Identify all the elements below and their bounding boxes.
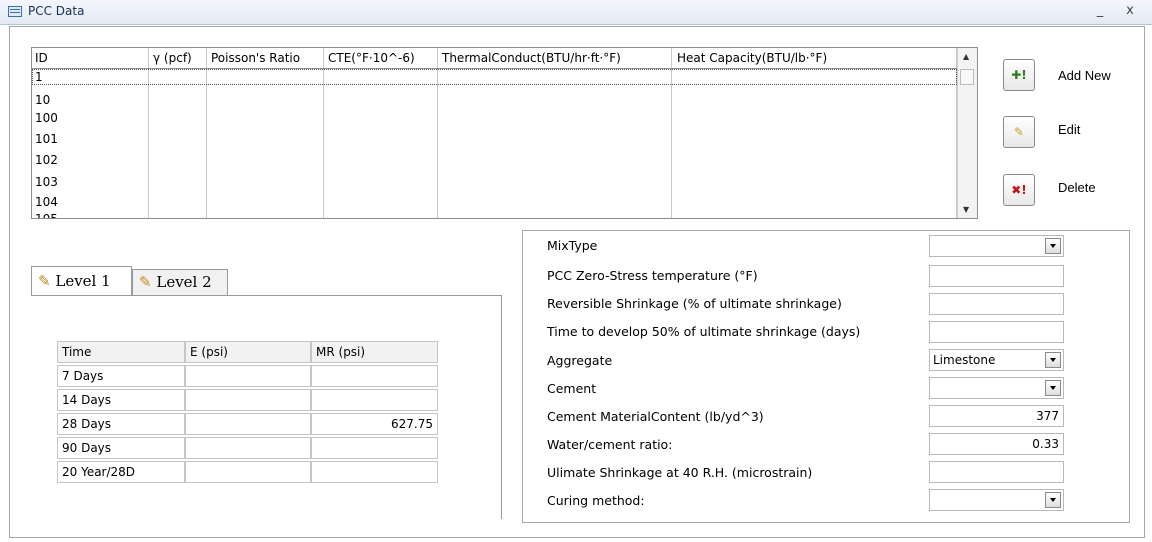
table-row[interactable]: 105 (35, 212, 58, 218)
e-psi-input[interactable] (185, 389, 311, 411)
pencil-icon: ✎ (139, 273, 152, 291)
zero-stress-temp-input[interactable] (929, 265, 1064, 287)
title-bar: PCC Data _ x (0, 0, 1152, 25)
scroll-down-icon[interactable]: ▼ (963, 205, 969, 214)
tab-level-2[interactable]: ✎ Level 2 (132, 269, 228, 295)
delete-label[interactable]: Delete (1058, 180, 1096, 195)
grid-scrollbar[interactable]: ▲ ▼ (957, 48, 977, 218)
chevron-down-icon[interactable] (1045, 238, 1061, 254)
form-icon (8, 6, 22, 17)
scroll-up-icon[interactable]: ▲ (963, 52, 969, 61)
grid-header-row: ID γ (pcf) Poisson's Ratio CTE(°F·10^-6)… (32, 48, 957, 69)
add-new-label[interactable]: Add New (1058, 68, 1111, 83)
grid-header-poisson[interactable]: Poisson's Ratio (211, 51, 300, 65)
table-row[interactable]: 103 (35, 175, 58, 189)
e-psi-input[interactable] (185, 437, 311, 459)
cement-select[interactable] (929, 377, 1064, 399)
edit-button[interactable]: ✎ (1003, 116, 1035, 148)
mr-psi-input[interactable] (311, 389, 438, 411)
level-row-time: 20 Year/28D (57, 461, 185, 483)
cement-content-label: Cement MaterialContent (lb/yd^3) (547, 409, 764, 424)
pencil-icon: ✎ (38, 272, 51, 290)
chevron-down-icon[interactable] (1045, 380, 1061, 396)
e-psi-input[interactable] (185, 461, 311, 483)
tab-level-2-label: Level 2 (156, 273, 212, 291)
edit-icon: ✎ (1013, 125, 1025, 139)
chevron-down-icon[interactable] (1045, 352, 1061, 368)
edit-label[interactable]: Edit (1058, 122, 1080, 137)
records-grid[interactable]: ID γ (pcf) Poisson's Ratio CTE(°F·10^-6)… (31, 47, 978, 219)
mr-psi-input[interactable]: 627.75 (311, 413, 438, 435)
curing-method-label: Curing method: (547, 493, 645, 508)
curing-method-select[interactable] (929, 489, 1064, 511)
chevron-down-icon[interactable] (1045, 492, 1061, 508)
table-row[interactable]: 102 (35, 153, 58, 167)
aggregate-select[interactable]: Limestone (929, 349, 1064, 371)
grid-header-gamma[interactable]: γ (pcf) (153, 51, 192, 65)
table-row[interactable]: 10 (35, 93, 50, 107)
delete-icon: ✖! (1011, 183, 1027, 197)
wc-ratio-input[interactable]: 0.33 (929, 433, 1064, 455)
level-header-time: Time (57, 341, 185, 363)
reversible-shrinkage-label: Reversible Shrinkage (% of ultimate shri… (547, 296, 842, 311)
level-row-time: 90 Days (57, 437, 185, 459)
level-row-time: 28 Days (57, 413, 185, 435)
grid-header-thermal[interactable]: ThermalConduct(BTU/hr·ft·°F) (442, 51, 621, 65)
level-row-time: 7 Days (57, 365, 185, 387)
table-row[interactable]: 104 (35, 195, 58, 209)
table-row[interactable]: 100 (35, 111, 58, 125)
level-row-time: 14 Days (57, 389, 185, 411)
time-50-shrinkage-input[interactable] (929, 321, 1064, 343)
grid-header-heat[interactable]: Heat Capacity(BTU/lb·°F) (677, 51, 827, 65)
mr-psi-input[interactable] (311, 365, 438, 387)
tab-level-1[interactable]: ✎ Level 1 (31, 266, 132, 295)
mix-type-select[interactable] (929, 235, 1064, 257)
level-header-mr: MR (psi) (311, 341, 438, 363)
add-icon: ✚! (1011, 68, 1027, 82)
ultimate-shrinkage-label: Ulimate Shrinkage at 40 R.H. (microstrai… (547, 465, 813, 480)
table-row[interactable]: 101 (35, 132, 58, 146)
add-new-button[interactable]: ✚! (1003, 59, 1035, 91)
grid-header-cte[interactable]: CTE(°F·10^-6) (328, 51, 415, 65)
cement-label: Cement (547, 381, 597, 396)
zero-stress-temp-label: PCC Zero-Stress temperature (°F) (547, 268, 758, 283)
time-50-shrinkage-label: Time to develop 50% of ultimate shrinkag… (547, 324, 861, 339)
e-psi-input[interactable] (185, 365, 311, 387)
window-title: PCC Data (28, 4, 85, 18)
table-row[interactable]: 1 (35, 70, 43, 84)
reversible-shrinkage-input[interactable] (929, 293, 1064, 315)
cement-content-input[interactable]: 377 (929, 405, 1064, 427)
tab-level-1-label: Level 1 (55, 272, 111, 290)
aggregate-label: Aggregate (547, 353, 613, 368)
level-header-e: E (psi) (185, 341, 311, 363)
grid-header-id[interactable]: ID (35, 51, 48, 65)
minimize-button[interactable]: _ (1090, 2, 1110, 20)
mr-psi-input[interactable] (311, 437, 438, 459)
mr-psi-input[interactable] (311, 461, 438, 483)
scroll-thumb[interactable] (960, 69, 974, 85)
selected-row-outline (32, 69, 957, 85)
e-psi-input[interactable] (185, 413, 311, 435)
wc-ratio-label: Water/cement ratio: (547, 437, 673, 452)
mix-type-label: MixType (547, 238, 598, 253)
close-button[interactable]: x (1120, 2, 1140, 20)
ultimate-shrinkage-input[interactable] (929, 461, 1064, 483)
delete-button[interactable]: ✖! (1003, 174, 1035, 206)
